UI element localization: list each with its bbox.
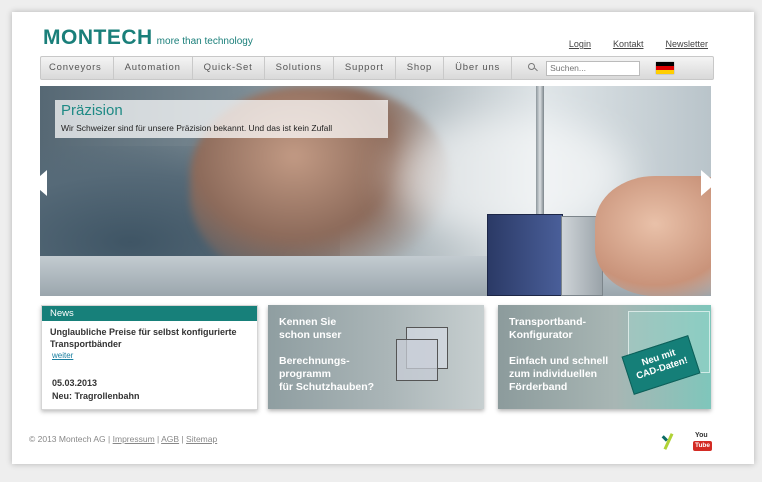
hero-image-screwdriver <box>536 86 544 216</box>
news-header: News <box>42 306 257 321</box>
promo-calc-line5: für Schutzhauben? <box>279 381 375 393</box>
promo-calc-line2: schon unser <box>279 329 342 341</box>
newsletter-link[interactable]: Newsletter <box>665 39 708 49</box>
promo-konf-line4: zum individuellen <box>509 368 598 380</box>
footer: © 2013 Montech AG | Impressum | AGB | Si… <box>29 434 218 444</box>
promo-konf-line1: Transportband- <box>509 316 587 328</box>
nav-item-support[interactable]: Support <box>334 57 396 79</box>
news-headline[interactable]: Unglaubliche Preise für selbst konfiguri… <box>50 326 250 350</box>
hero-caption-text: Wir Schweizer sind für unsere Präzision … <box>61 123 333 133</box>
arrow-left-icon[interactable] <box>32 170 47 196</box>
promo-calc-line1: Kennen Sie <box>279 316 337 328</box>
promo-calc-line3: Berechnungs- <box>279 355 350 367</box>
news-date: 05.03.2013 <box>52 378 98 388</box>
nav-item-shop[interactable]: Shop <box>396 57 445 79</box>
search-icon[interactable] <box>528 63 538 73</box>
kontakt-link[interactable]: Kontakt <box>613 39 644 49</box>
hero-caption-title: Präzision <box>61 102 123 119</box>
hero-image-part <box>487 214 563 296</box>
promo-calculation-program[interactable]: Kennen Sie schon unser Berechnungs- prog… <box>268 305 484 409</box>
promo-konf-line5: Förderband <box>509 381 568 393</box>
montech-logo[interactable]: MONTECH more than technology <box>43 26 253 50</box>
nav-item-solutions[interactable]: Solutions <box>265 57 334 79</box>
nav-item-ueber-uns[interactable]: Über uns <box>444 57 513 79</box>
promo-calc-line4: programm <box>279 368 331 380</box>
nav-item-conveyors[interactable]: Conveyors <box>41 57 114 79</box>
news-item-title[interactable]: Neu: Tragrollenbahn <box>52 391 140 401</box>
logo-tagline: more than technology <box>156 36 253 47</box>
footer-agb-link[interactable]: AGB <box>161 434 179 444</box>
hero-image-hand <box>595 176 711 296</box>
logo-wordmark: MONTECH <box>43 26 153 49</box>
cover-cube-illustration <box>396 327 454 385</box>
footer-sitemap-link[interactable]: Sitemap <box>186 434 217 444</box>
news-box: News Unglaubliche Preise für selbst konf… <box>41 305 258 410</box>
hero-slider: Präzision Wir Schweizer sind für unsere … <box>40 86 711 296</box>
german-flag-icon[interactable] <box>656 62 675 74</box>
arrow-right-icon[interactable] <box>701 170 716 196</box>
login-link[interactable]: Login <box>569 39 591 49</box>
news-more-link[interactable]: weiter <box>52 351 73 360</box>
youtube-icon[interactable]: You Tube <box>693 432 712 451</box>
hero-caption: Präzision Wir Schweizer sind für unsere … <box>55 100 388 138</box>
footer-impressum-link[interactable]: Impressum <box>113 434 155 444</box>
nav-item-quick-set[interactable]: Quick-Set <box>193 57 265 79</box>
main-navigation: Conveyors Automation Quick-Set Solutions… <box>40 56 714 80</box>
promo-conveyor-configurator[interactable]: Transportband- Konfigurator Einfach und … <box>498 305 711 409</box>
promo-konf-line3: Einfach und schnell <box>509 355 609 367</box>
promo-konf-line2: Konfigurator <box>509 329 573 341</box>
xing-icon[interactable] <box>660 432 676 450</box>
nav-item-automation[interactable]: Automation <box>114 57 193 79</box>
footer-copyright: © 2013 Montech AG | <box>29 434 111 444</box>
search-input[interactable] <box>546 60 641 76</box>
page-container: MONTECH more than technology Login Konta… <box>12 12 754 464</box>
top-links: Login Kontakt Newsletter <box>569 39 708 49</box>
search-box <box>528 60 641 76</box>
